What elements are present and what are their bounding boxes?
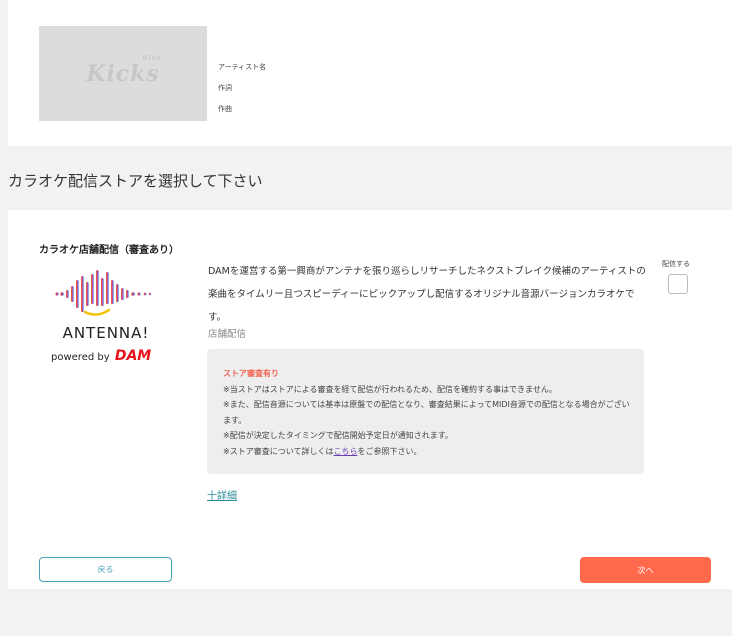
publish-label: 配信する xyxy=(662,260,690,268)
store-review-link[interactable]: こちら xyxy=(333,447,357,456)
powered-by-dam: powered by DAM xyxy=(51,348,151,364)
back-button[interactable]: 戻る xyxy=(39,557,172,582)
next-button[interactable]: 次へ xyxy=(580,557,711,583)
store-card: カラオケ店舗配信（審査あり） ANTENNA! powered by DAM D… xyxy=(8,210,732,531)
section-heading: カラオケ配信ストアを選択して下さい xyxy=(8,172,263,190)
notice-line-4-post: をご参照下さい。 xyxy=(357,446,422,456)
footer-bar: 戻る 次へ xyxy=(8,531,732,589)
store-description: DAMを運営する第一興商がアンテナを張り巡らしリサーチしたネクストブレイク候補の… xyxy=(208,266,646,323)
store-notice-box: ストア審査有り ※当ストアはストアによる審査を経て配信が行われるため、配信を確約… xyxy=(207,349,644,474)
powered-by-text: powered by xyxy=(51,352,110,363)
jacket-logo-sup: Blue xyxy=(142,54,162,62)
jacket-image: Blue Kicks xyxy=(39,26,207,121)
detail-link[interactable]: 十詳細 xyxy=(207,487,237,502)
composer-label: 作曲 xyxy=(218,105,232,113)
publish-checkbox[interactable] xyxy=(668,274,688,294)
jacket-logo: Blue Kicks xyxy=(86,55,161,87)
notice-line-2: ※また、配信音源については基本は原盤での配信となり、審査結果によってMIDI音源… xyxy=(223,400,630,425)
dam-logo: DAM xyxy=(114,348,152,364)
artist-label: アーティスト名 xyxy=(218,63,267,71)
notice-line-4: ※ストア審査について詳しくはこちらをご参照下さい。 xyxy=(223,444,633,460)
jacket-logo-text: Kicks xyxy=(86,60,160,87)
notice-line-4-pre: ※ストア審査について詳しくは xyxy=(223,446,334,456)
antenna-logo-text: ANTENNA! xyxy=(62,324,150,342)
store-title: カラオケ店舗配信（審査あり） xyxy=(39,245,179,256)
notice-line-1: ※当ストアはストアによる審査を経て配信が行われるため、配信を確約する事はできませ… xyxy=(223,384,557,394)
song-info-card: Blue Kicks アーティスト名 作詞 作曲 xyxy=(8,0,732,146)
notice-title: ストア審査有り xyxy=(223,369,279,378)
store-type: 店舗配信 xyxy=(208,329,247,340)
lyricist-label: 作詞 xyxy=(218,84,232,92)
notice-line-3: ※配信が決定したタイミングで配信開始予定日が通知されます。 xyxy=(223,431,453,440)
